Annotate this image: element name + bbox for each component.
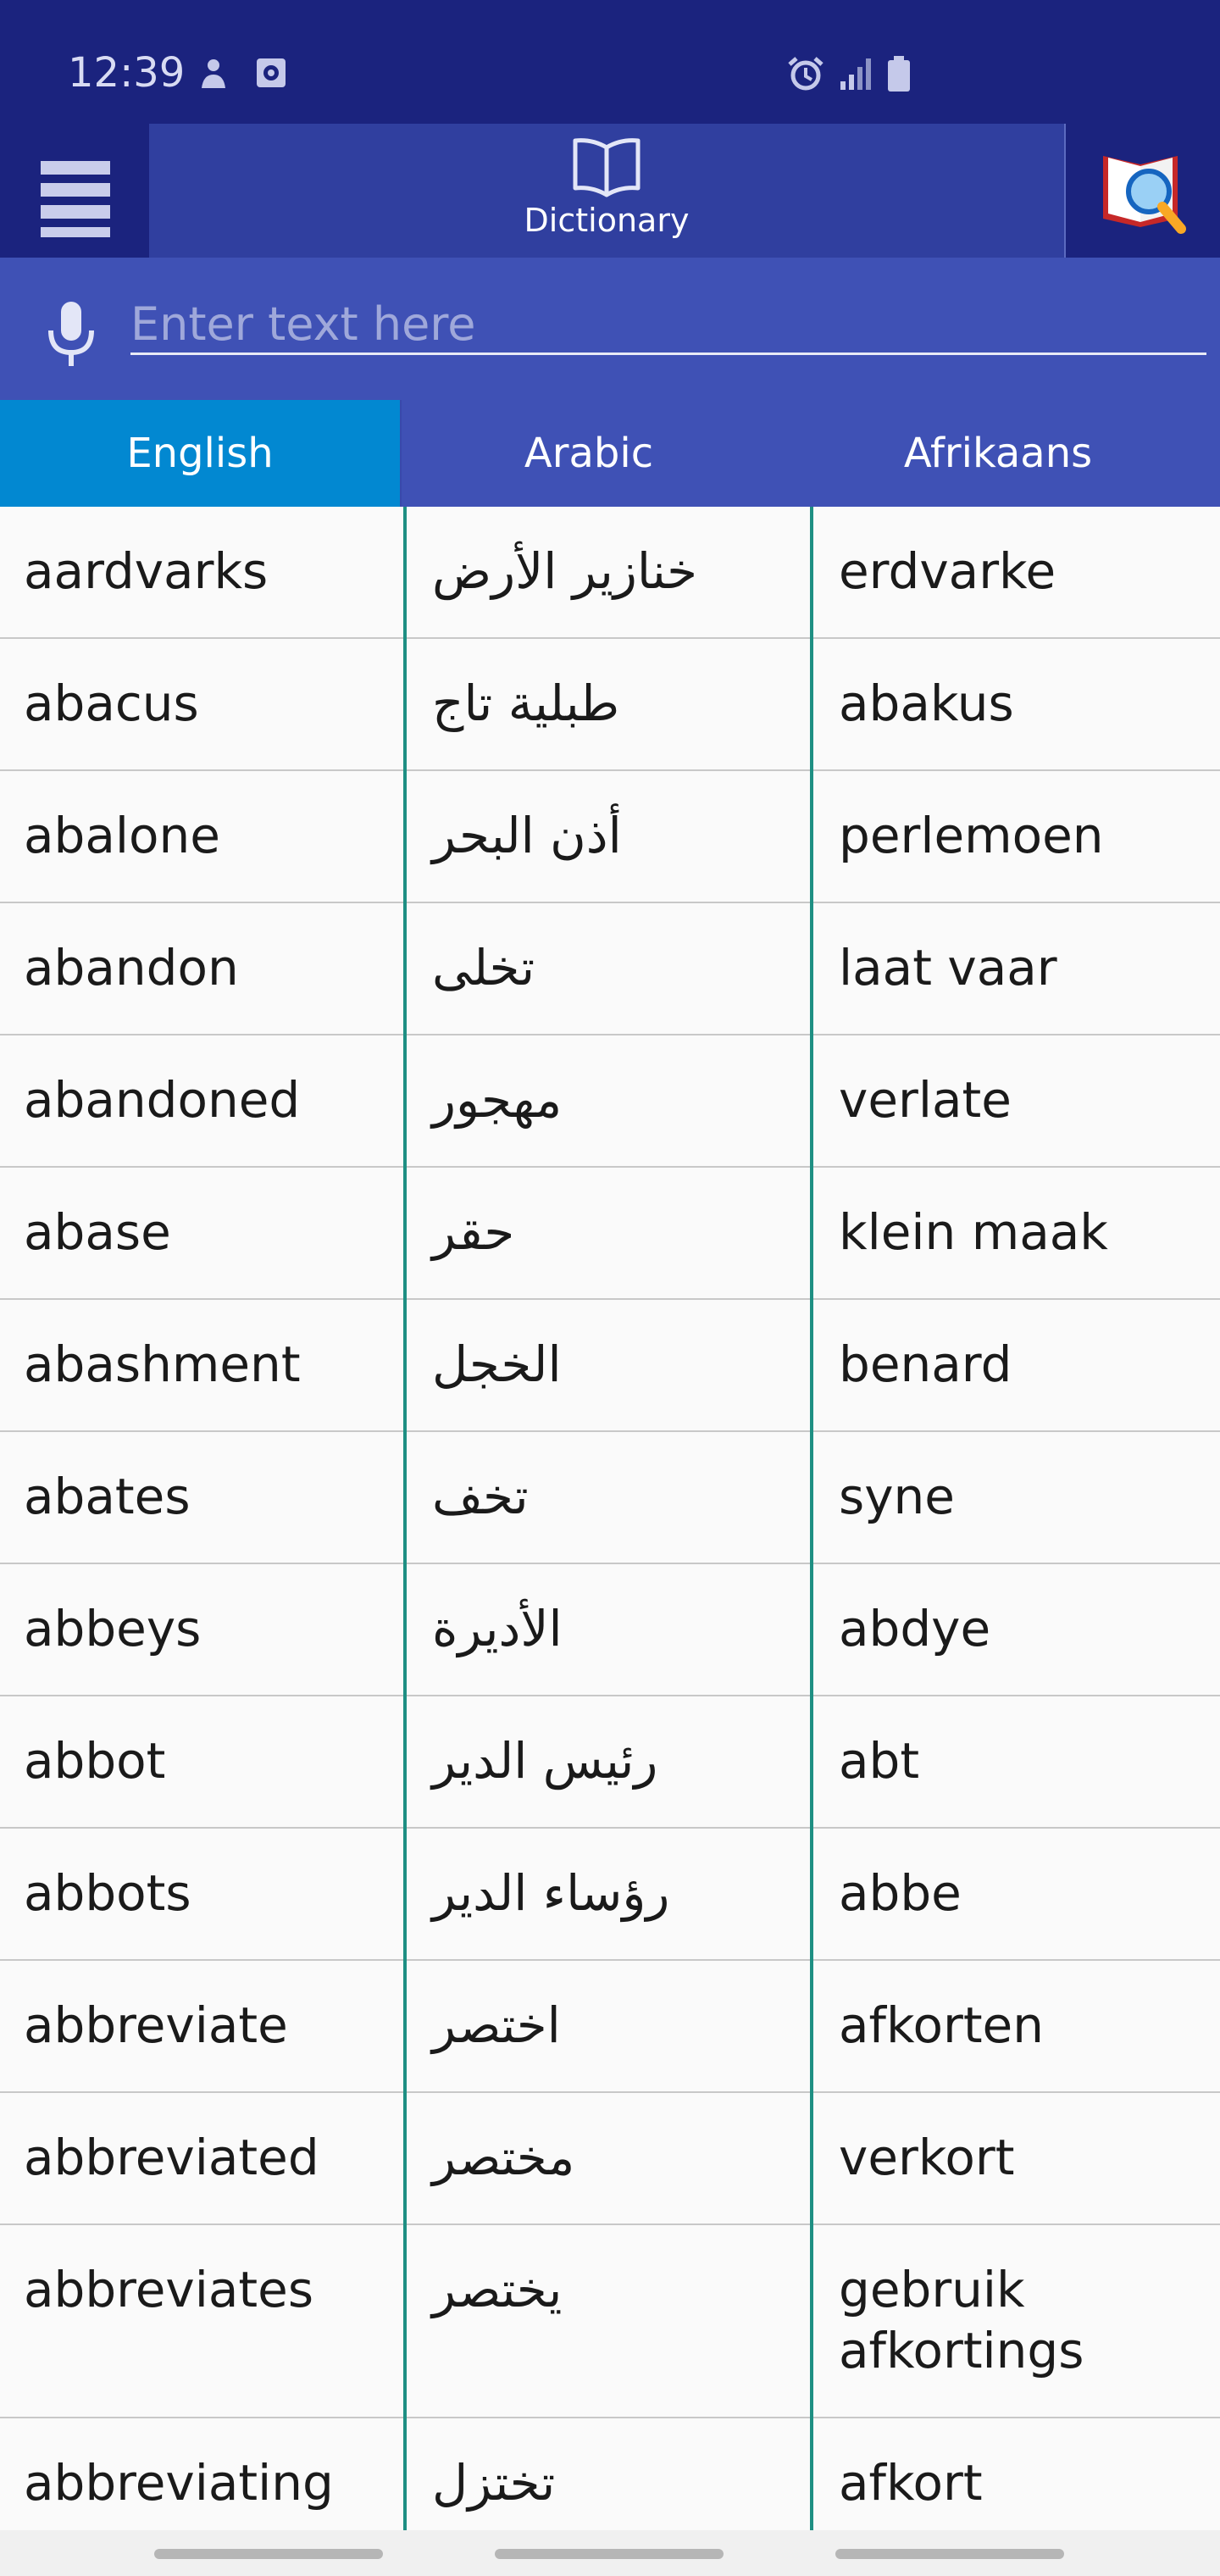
english-word: abbreviated xyxy=(24,2129,319,2186)
arabic-word: يختصر xyxy=(432,2261,563,2318)
afrikaans-word: verlate xyxy=(839,1071,1012,1129)
english-word: abase xyxy=(24,1203,171,1261)
arabic-word: مختصر xyxy=(432,2129,575,2186)
english-word: abashment xyxy=(24,1335,301,1393)
table-row[interactable]: abacus طبلية تاج abakus xyxy=(0,639,1220,771)
english-word: abandon xyxy=(24,939,239,997)
arabic-word: اختصر xyxy=(432,1996,561,2054)
arabic-word: أذن البحر xyxy=(432,807,622,864)
search-bar xyxy=(0,258,1220,400)
afrikaans-word: abt xyxy=(839,1732,920,1790)
table-row[interactable]: abbot رئيس الدير abt xyxy=(0,1696,1220,1829)
tab-afrikaans[interactable]: Afrikaans xyxy=(776,400,1220,507)
translation-table: aardvarks خنازير الأرض erdvarke abacus طبلية… xyxy=(0,507,1220,2530)
arabic-word: مهجور xyxy=(432,1071,563,1129)
book-search-button[interactable] xyxy=(1066,124,1220,258)
table-row[interactable]: abashment الخجل benard xyxy=(0,1300,1220,1432)
arabic-word: حقر xyxy=(432,1203,515,1261)
table-row[interactable]: abandon تخلى laat vaar xyxy=(0,903,1220,1035)
arabic-word: تخف xyxy=(432,1468,529,1525)
afrikaans-word: afkort xyxy=(839,2454,983,2512)
search-input[interactable] xyxy=(130,295,1206,355)
english-word: aardvarks xyxy=(24,542,269,600)
afrikaans-word: abdye xyxy=(839,1600,991,1657)
nav-pill-center[interactable] xyxy=(495,2549,724,2559)
arabic-word: تخلى xyxy=(432,939,535,997)
dictionary-label: Dictionary xyxy=(524,202,690,239)
afrikaans-word: erdvarke xyxy=(839,542,1056,600)
table-row[interactable]: abbreviating تختزل afkort xyxy=(0,2418,1220,2530)
english-word: abbreviate xyxy=(24,1996,288,2054)
afrikaans-word: abbe xyxy=(839,1864,962,1922)
afrikaans-word: gebruik afkortings xyxy=(839,2261,1084,2379)
arabic-word: رئيس الدير xyxy=(432,1732,658,1790)
notification-person-icon xyxy=(197,56,230,93)
english-word: abbreviates xyxy=(24,2261,314,2318)
english-word: abalone xyxy=(24,807,220,864)
microphone-icon[interactable] xyxy=(41,298,102,375)
gesture-navigation-bar xyxy=(0,2530,1220,2576)
arabic-word: تختزل xyxy=(432,2454,556,2512)
column-divider xyxy=(403,507,407,2530)
afrikaans-word: klein maak xyxy=(839,1203,1108,1261)
english-word: abbot xyxy=(24,1732,166,1790)
table-row[interactable]: aardvarks خنازير الأرض erdvarke xyxy=(0,507,1220,639)
english-word: abbreviating xyxy=(24,2454,334,2512)
afrikaans-word: afkorten xyxy=(839,1996,1044,2054)
english-word: abandoned xyxy=(24,1071,301,1129)
arabic-word: خنازير الأرض xyxy=(432,542,697,600)
english-word: abates xyxy=(24,1468,191,1525)
table-row[interactable]: abbreviate اختصر afkorten xyxy=(0,1961,1220,2093)
table-row[interactable]: abbeys الأديرة abdye xyxy=(0,1564,1220,1696)
menu-button[interactable] xyxy=(0,124,149,258)
afrikaans-word: abakus xyxy=(839,675,1014,732)
arabic-word: الأديرة xyxy=(432,1600,563,1657)
column-divider xyxy=(810,507,813,2530)
arabic-word: رؤساء الدير xyxy=(432,1864,670,1922)
table-row[interactable]: abbreviated مختصر verkort xyxy=(0,2093,1220,2225)
arabic-word: طبلية تاج xyxy=(432,675,620,732)
table-row[interactable]: abbots رؤساء الدير abbe xyxy=(0,1829,1220,1961)
status-bar: 12:39 xyxy=(0,0,1220,124)
afrikaans-word: syne xyxy=(839,1468,955,1525)
nav-pill-right[interactable] xyxy=(835,2549,1064,2559)
alarm-icon xyxy=(786,56,825,95)
signal-icon xyxy=(839,56,873,95)
language-tabs: English Arabic Afrikaans xyxy=(0,400,1220,507)
afrikaans-word: benard xyxy=(839,1335,1012,1393)
dictionary-tab[interactable]: Dictionary xyxy=(149,124,1066,258)
table-row[interactable]: abalone أذن البحر perlemoen xyxy=(0,771,1220,903)
status-time: 12:39 xyxy=(68,49,186,97)
english-word: abbeys xyxy=(24,1600,202,1657)
open-book-icon xyxy=(570,136,643,202)
english-word: abacus xyxy=(24,675,199,732)
english-word: abbots xyxy=(24,1864,191,1922)
afrikaans-word: verkort xyxy=(839,2129,1015,2186)
tab-english[interactable]: English xyxy=(0,400,400,507)
battery-icon xyxy=(886,56,912,95)
table-row[interactable]: abandoned مهجور verlate xyxy=(0,1035,1220,1168)
table-row[interactable]: abase حقر klein maak xyxy=(0,1168,1220,1300)
afrikaans-word: laat vaar xyxy=(839,939,1057,997)
table-row[interactable]: abbreviates يختصر gebruik afkortings xyxy=(0,2225,1220,2418)
toolbar: Dictionary xyxy=(0,124,1220,258)
notification-app-icon xyxy=(254,56,288,93)
arabic-word: الخجل xyxy=(432,1335,562,1393)
tab-arabic[interactable]: Arabic xyxy=(402,400,776,507)
afrikaans-word: perlemoen xyxy=(839,807,1104,864)
table-row[interactable]: abates تخف syne xyxy=(0,1432,1220,1564)
book-search-icon xyxy=(1100,146,1188,241)
nav-pill-left[interactable] xyxy=(154,2549,383,2559)
